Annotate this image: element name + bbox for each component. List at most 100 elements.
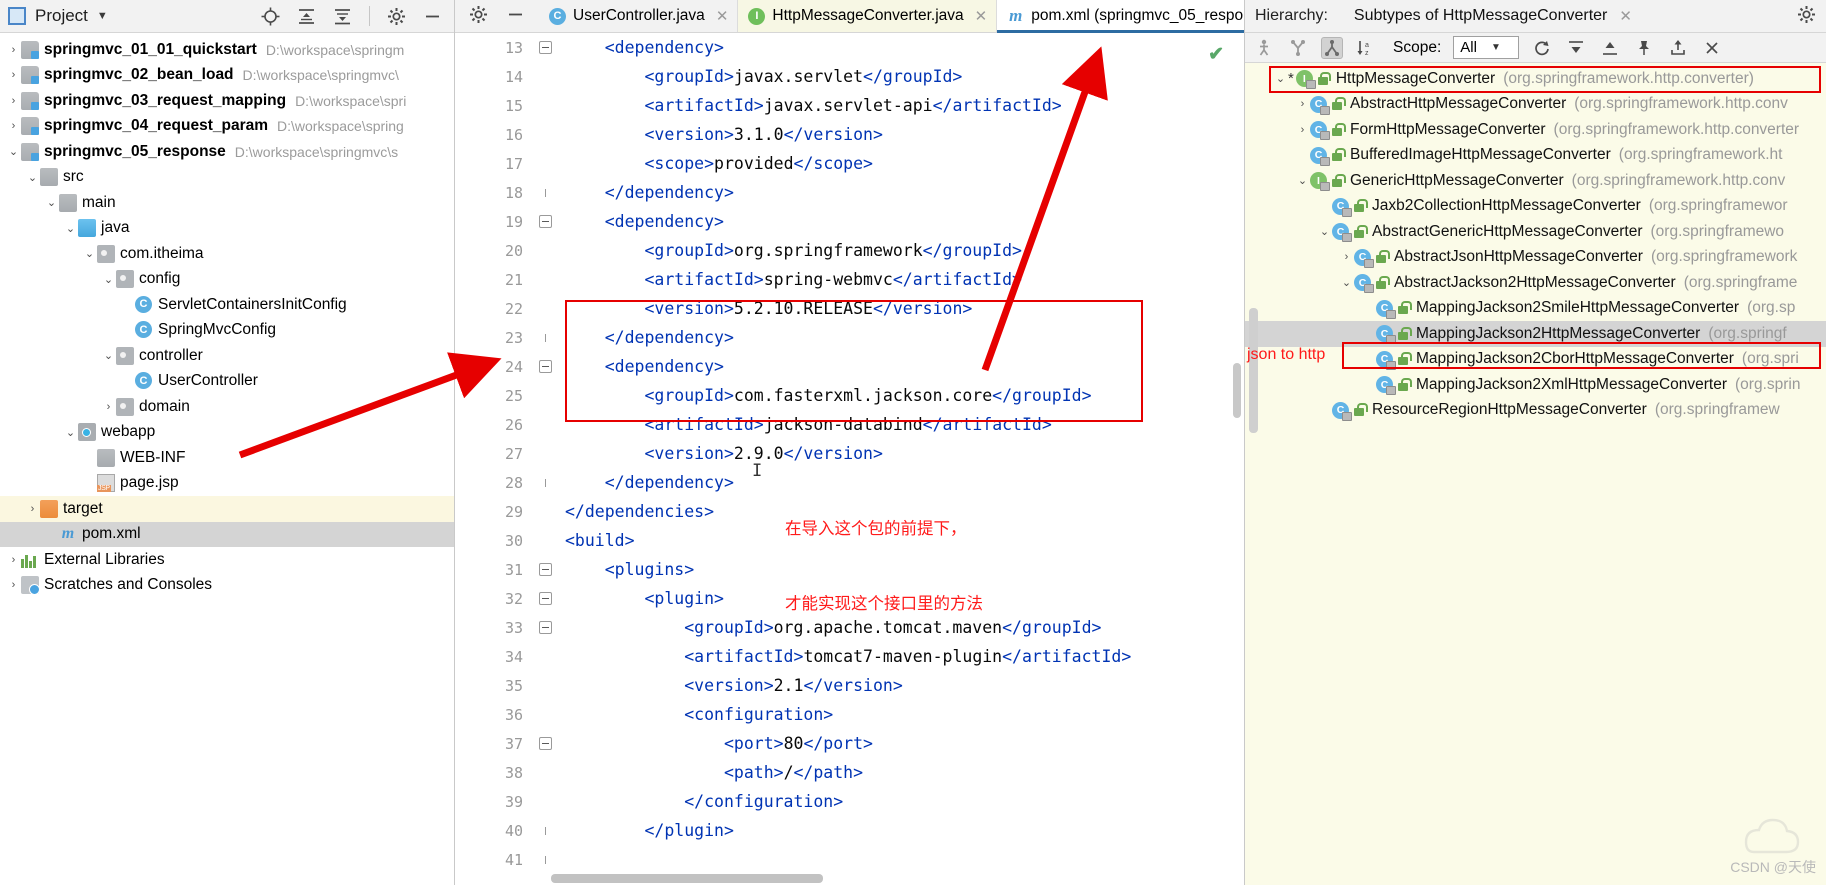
gutter-line-number[interactable]: 30 xyxy=(455,526,533,555)
project-tree-item[interactable]: C SpringMvcConfig xyxy=(0,318,454,344)
hierarchy-tree-item[interactable]: C BufferedImageHttpMessageConverter (org.s… xyxy=(1245,143,1826,169)
gutter-line-number[interactable]: 19 xyxy=(455,207,533,236)
hierarchy-tree-item[interactable]: C MappingJackson2CborHttpMessageConverter… xyxy=(1245,347,1826,373)
project-tree-item[interactable]: › domain xyxy=(0,394,454,420)
code-line[interactable]: <version>2.1</version> xyxy=(565,671,1244,700)
hierarchy-scrollbar[interactable] xyxy=(1249,308,1258,433)
code-line[interactable]: <dependency> xyxy=(565,207,1244,236)
tree-expander-icon[interactable]: ⌄ xyxy=(1317,224,1332,239)
fold-marker-icon[interactable] xyxy=(538,41,552,54)
hierarchy-tab-title[interactable]: Subtypes of HttpMessageConverter xyxy=(1354,7,1607,25)
project-tree-item[interactable]: m pom.xml xyxy=(0,521,454,547)
code-line[interactable]: <artifactId>jackson-databind</artifactId… xyxy=(565,410,1244,439)
hierarchy-tree-item[interactable]: C ResourceRegionHttpMessageConverter (org.… xyxy=(1245,398,1826,424)
editor-horizontal-scrollbar[interactable] xyxy=(551,874,1230,883)
code-line[interactable]: </plugin> xyxy=(565,816,1244,845)
code-line[interactable]: </dependency> xyxy=(565,178,1244,207)
fold-marker-icon[interactable] xyxy=(538,592,552,605)
gutter-line-number[interactable]: 21 xyxy=(455,265,533,294)
code-line[interactable]: <artifactId>spring-webmvc</artifactId> xyxy=(565,265,1244,294)
tree-expander-icon[interactable]: ⌄ xyxy=(101,348,116,363)
gutter-line-number[interactable]: 38 xyxy=(455,758,533,787)
fold-marker-icon[interactable] xyxy=(538,360,552,373)
editor-gutter[interactable]: 13 14 15 16 17 18 19 20 21 22 23 24 25 26 27 28 29 30 31 32… xyxy=(455,33,533,885)
gear-icon[interactable] xyxy=(469,5,488,28)
fold-end-marker-icon[interactable] xyxy=(538,331,552,344)
hierarchy-tree-item[interactable]: C Jaxb2CollectionHttpMessageConverter (org… xyxy=(1245,194,1826,220)
project-tree-item[interactable]: page.jsp xyxy=(0,471,454,497)
gutter-line-number[interactable]: 20 xyxy=(455,236,533,265)
hierarchy-tree[interactable]: ⌄ * I HttpMessageConverter (org.springframew… xyxy=(1245,63,1826,885)
fold-marker-icon[interactable] xyxy=(538,737,552,750)
project-tree-item[interactable]: ⌄ config xyxy=(0,267,454,293)
gutter-line-number[interactable]: 33 xyxy=(455,613,533,642)
sort-alphabetically-icon[interactable]: az xyxy=(1355,37,1377,59)
editor-tab[interactable]: C UserController.java ✕ xyxy=(539,0,739,32)
project-tree-item[interactable]: ⌄ springmvc_05_response D:\workspace\sprin… xyxy=(0,139,454,165)
code-line[interactable]: <version>5.2.10.RELEASE</version> xyxy=(565,294,1244,323)
code-line[interactable]: <port>80</port> xyxy=(565,729,1244,758)
collapse-all-icon[interactable] xyxy=(1599,37,1621,59)
gutter-line-number[interactable]: 40 xyxy=(455,816,533,845)
fold-end-marker-icon[interactable] xyxy=(538,824,552,837)
tree-expander-icon[interactable]: › xyxy=(6,578,21,593)
expand-all-icon[interactable] xyxy=(1565,37,1587,59)
locate-icon[interactable] xyxy=(261,7,280,26)
gutter-line-number[interactable]: 22 xyxy=(455,294,533,323)
supertypes-hierarchy-icon[interactable] xyxy=(1287,37,1309,59)
tree-expander-icon[interactable]: › xyxy=(6,119,21,134)
type-hierarchy-icon[interactable] xyxy=(1253,37,1275,59)
code-line[interactable]: <artifactId>javax.servlet-api</artifactI… xyxy=(565,91,1244,120)
code-line[interactable]: </configuration> xyxy=(565,787,1244,816)
code-line[interactable]: <version>2.9.0</version> xyxy=(565,439,1244,468)
minimize-icon[interactable] xyxy=(506,5,525,28)
gutter-line-number[interactable]: 41 xyxy=(455,845,533,874)
gutter-line-number[interactable]: 24 xyxy=(455,352,533,381)
hierarchy-tree-item[interactable]: C MappingJackson2HttpMessageConverter (org… xyxy=(1245,321,1826,347)
close-icon[interactable]: ✕ xyxy=(1619,7,1632,25)
tree-expander-icon[interactable]: › xyxy=(1339,250,1354,265)
tree-expander-icon[interactable]: › xyxy=(6,93,21,108)
scope-dropdown[interactable]: All ▼ xyxy=(1453,36,1520,59)
project-tree-item[interactable]: ⌄ webapp xyxy=(0,420,454,446)
hierarchy-tree-item[interactable]: ⌄ C AbstractJackson2HttpMessageConverter (o… xyxy=(1245,270,1826,296)
export-icon[interactable] xyxy=(1667,37,1689,59)
project-tree-item[interactable]: › target xyxy=(0,496,454,522)
fold-end-marker-icon[interactable] xyxy=(538,853,552,866)
code-line[interactable]: <dependency> xyxy=(565,33,1244,62)
gutter-line-number[interactable]: 26 xyxy=(455,410,533,439)
hierarchy-tree-item[interactable]: ⌄ I GenericHttpMessageConverter (org.spring… xyxy=(1245,168,1826,194)
expand-all-icon[interactable] xyxy=(297,7,316,26)
fold-end-marker-icon[interactable] xyxy=(538,476,552,489)
tree-expander-icon[interactable]: › xyxy=(6,68,21,83)
editor-vertical-scrollbar[interactable] xyxy=(1233,363,1241,418)
project-tree-item[interactable]: ⌄ java xyxy=(0,216,454,242)
close-icon[interactable]: ✕ xyxy=(716,7,729,25)
gutter-line-number[interactable]: 39 xyxy=(455,787,533,816)
close-icon[interactable]: ✕ xyxy=(975,7,988,25)
fold-marker-icon[interactable] xyxy=(538,215,552,228)
gutter-line-number[interactable]: 31 xyxy=(455,555,533,584)
tree-expander-icon[interactable]: ⌄ xyxy=(6,144,21,159)
gutter-line-number[interactable]: 37 xyxy=(455,729,533,758)
fold-marker-icon[interactable] xyxy=(538,563,552,576)
tree-expander-icon[interactable]: › xyxy=(6,42,21,57)
pin-icon[interactable] xyxy=(1633,37,1655,59)
gutter-line-number[interactable]: 15 xyxy=(455,91,533,120)
refresh-icon[interactable] xyxy=(1531,37,1553,59)
editor-code[interactable]: <dependency> <groupId>javax.servlet</gro… xyxy=(557,33,1244,885)
tree-expander-icon[interactable]: › xyxy=(101,399,116,414)
hierarchy-tree-item[interactable]: ⌄ C AbstractGenericHttpMessageConverter (or… xyxy=(1245,219,1826,245)
gear-icon[interactable] xyxy=(387,7,406,26)
gutter-line-number[interactable]: 27 xyxy=(455,439,533,468)
project-tree-item[interactable]: › Scratches and Consoles xyxy=(0,573,454,599)
gutter-line-number[interactable]: 23 xyxy=(455,323,533,352)
hierarchy-tree-item[interactable]: › C AbstractJsonHttpMessageConverter (org.s… xyxy=(1245,245,1826,271)
project-tree-item[interactable]: ⌄ main xyxy=(0,190,454,216)
tree-expander-icon[interactable]: › xyxy=(1295,97,1310,112)
close-icon[interactable] xyxy=(1701,37,1723,59)
gutter-line-number[interactable]: 17 xyxy=(455,149,533,178)
hierarchy-tree-item[interactable]: › C AbstractHttpMessageConverter (org.sprin… xyxy=(1245,92,1826,118)
subtypes-hierarchy-icon[interactable] xyxy=(1321,36,1343,59)
gutter-line-number[interactable]: 29 xyxy=(455,497,533,526)
